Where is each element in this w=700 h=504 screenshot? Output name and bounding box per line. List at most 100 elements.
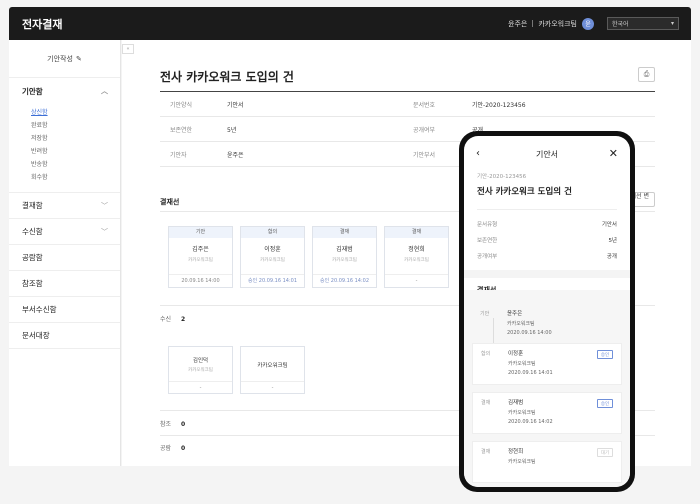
sidebar: 기안작성 ✎ 기안함 ︿ 상신함 완료함 저장함 반려함 반송함 회수함 결재함… xyxy=(9,40,121,466)
sidebar-item-label: 부서수신함 xyxy=(22,305,57,314)
sidebar-item-public[interactable]: 공람함 xyxy=(9,245,120,271)
submenu-item-submitted[interactable]: 상신함 xyxy=(31,106,120,119)
status-badge: 승인 xyxy=(597,399,613,408)
compose-label: 기안작성 xyxy=(47,54,73,63)
receiver-name: 카카오워크팀 xyxy=(257,363,288,369)
step-name: 김재범 xyxy=(508,400,524,406)
pencil-icon: ✎ xyxy=(75,54,82,63)
mobile-header: ‹ 기안서 ✕ xyxy=(464,136,630,172)
approval-card[interactable]: 결재 김재범 카카오워크팀 승인 20.09.16 14:02 xyxy=(312,226,377,288)
receiver-status: - xyxy=(169,381,232,393)
step-name: 정현희 xyxy=(508,449,524,455)
receiver-name: 김인덕 xyxy=(192,358,209,364)
approver-company: 카카오워크팀 xyxy=(260,258,285,263)
app-title[interactable]: 전자결재 xyxy=(22,16,62,32)
chevron-up-icon: ︿ xyxy=(101,87,108,95)
info-row: 기안양식 기안서 문서번호 기안-2020-123456 xyxy=(160,92,655,117)
avatar[interactable]: 윤 xyxy=(582,17,594,30)
receivers-count: 2 xyxy=(180,316,186,323)
info-label: 기안양식 xyxy=(170,101,193,109)
approval-line-title: 결재선 xyxy=(160,198,180,206)
info-value: 5년 xyxy=(608,238,617,244)
info-value: 윤주은 xyxy=(227,151,244,159)
sidebar-item-label: 참조함 xyxy=(22,279,43,288)
info-label: 공개여부 xyxy=(413,126,436,134)
approval-time: 20.09.16 14:00 xyxy=(169,274,232,287)
step-company: 카카오워크팀 xyxy=(507,321,535,327)
submenu-item-rejected[interactable]: 반려함 xyxy=(31,145,120,158)
step-type: 결재 xyxy=(481,449,491,455)
document-title: 전사 카카오워크 도입의 건 xyxy=(160,70,294,84)
sidebar-item-reference[interactable]: 참조함 xyxy=(9,271,120,297)
approver-name: 정현희 xyxy=(408,246,425,253)
sidebar-item-label: 수신함 xyxy=(22,227,43,236)
info-value: 기안-2020-123456 xyxy=(472,101,526,109)
print-button[interactable]: ⎙ xyxy=(638,67,655,82)
reference-label: 참조 xyxy=(160,421,172,428)
submenu-item-returned[interactable]: 반송함 xyxy=(31,158,120,171)
public-view-count: 0 xyxy=(180,445,186,452)
submenu-item-saved[interactable]: 저장함 xyxy=(31,132,120,145)
step-name: 윤주은 xyxy=(507,311,523,317)
info-value: 공개 xyxy=(606,254,617,260)
language-value: 한국어 xyxy=(612,21,629,28)
close-icon[interactable]: ✕ xyxy=(609,147,618,160)
sidebar-item-registry[interactable]: 문서대장 xyxy=(9,323,120,349)
mobile-doc-number: 기안-2020-123456 xyxy=(477,174,527,180)
info-label: 공개여부 xyxy=(477,254,498,260)
company-name: 카카오워크팀 xyxy=(538,19,577,28)
drafts-submenu: 상신함 완료함 저장함 반려함 반송함 회수함 xyxy=(9,104,120,193)
approval-step[interactable]: 합의 이정훈 카카오워크팀 2020.09.16 14:01 승인 xyxy=(472,343,622,385)
user-area: 윤주은 카카오워크팀 윤 한국어 ▾ xyxy=(508,17,679,30)
step-company: 카카오워크팀 xyxy=(508,410,536,416)
compose-button[interactable]: 기안작성 ✎ xyxy=(9,40,120,78)
collapse-sidebar-button[interactable]: « xyxy=(122,44,134,54)
approval-card[interactable]: 기안 김주은 카카오워크팀 20.09.16 14:00 xyxy=(168,226,233,288)
receiver-card[interactable]: 카카오워크팀 - xyxy=(240,346,305,394)
info-label: 기안자 xyxy=(170,151,187,159)
approval-step: 기안 윤주은 카카오워크팀 2020.09.16 14:00 xyxy=(472,304,622,348)
step-company: 카카오워크팀 xyxy=(508,361,536,367)
step-time: 2020.09.16 14:01 xyxy=(508,370,553,376)
sidebar-item-drafts[interactable]: 기안함 ︿ xyxy=(9,78,120,104)
top-bar: 전자결재 윤주은 카카오워크팀 윤 한국어 ▾ xyxy=(9,7,691,40)
mobile-screen: ‹ 기안서 ✕ 기안-2020-123456 전사 카카오워크 도입의 건 문서… xyxy=(464,136,630,487)
submenu-item-withdrawn[interactable]: 회수함 xyxy=(31,171,120,184)
approval-type: 기안 xyxy=(169,227,232,238)
step-type: 기안 xyxy=(480,311,490,317)
sidebar-item-label: 기안함 xyxy=(22,86,43,96)
sidebar-item-label: 문서대장 xyxy=(22,331,50,340)
approver-name: 이정훈 xyxy=(264,246,281,253)
step-time: 2020.09.16 14:00 xyxy=(507,330,552,336)
sidebar-item-approvals[interactable]: 결재함 ﹀ xyxy=(9,193,120,219)
receiver-status: - xyxy=(241,381,304,393)
chevron-down-icon: ﹀ xyxy=(101,227,108,236)
double-chevron-left-icon: « xyxy=(126,46,130,52)
submenu-item-completed[interactable]: 완료함 xyxy=(31,119,120,132)
receiver-company: 카카오워크팀 xyxy=(188,368,213,373)
language-select[interactable]: 한국어 ▾ xyxy=(607,17,679,30)
mobile-doc-title: 전사 카카오워크 도입의 건 xyxy=(477,187,572,197)
step-name: 이정훈 xyxy=(508,351,524,357)
mobile-info-list: 문서유형 기안서 보존연한 5년 공개여부 공개 xyxy=(464,216,630,264)
sidebar-item-label: 결재함 xyxy=(22,201,43,210)
sidebar-item-dept-inbox[interactable]: 부서수신함 xyxy=(9,297,120,323)
approval-step[interactable]: 결재 정현희 카카오워크팀 대기 xyxy=(472,441,622,483)
approval-card[interactable]: 합의 이정훈 카카오워크팀 승인 20.09.16 14:01 xyxy=(240,226,305,288)
mobile-device: ‹ 기안서 ✕ 기안-2020-123456 전사 카카오워크 도입의 건 문서… xyxy=(459,131,635,492)
approval-card[interactable]: 결재 정현희 카카오워크팀 - xyxy=(384,226,449,288)
approval-step[interactable]: 결재 김재범 카카오워크팀 2020.09.16 14:02 승인 xyxy=(472,392,622,434)
approver-name: 김주은 xyxy=(192,246,209,253)
back-arrow-icon[interactable]: ‹ xyxy=(476,148,480,159)
approval-time: 승인 20.09.16 14:02 xyxy=(313,274,376,287)
receiver-card[interactable]: 김인덕 카카오워크팀 - xyxy=(168,346,233,394)
approver-company: 카카오워크팀 xyxy=(332,258,357,263)
sidebar-item-inbox[interactable]: 수신함 ﹀ xyxy=(9,219,120,245)
info-label: 보존연한 xyxy=(477,238,498,244)
reference-count: 0 xyxy=(180,421,186,428)
info-label: 문서유형 xyxy=(477,222,498,228)
approval-type: 결재 xyxy=(385,227,448,238)
status-badge: 대기 xyxy=(597,448,613,457)
info-value: 기안서 xyxy=(601,222,617,228)
public-view-label: 공람 xyxy=(160,445,172,452)
